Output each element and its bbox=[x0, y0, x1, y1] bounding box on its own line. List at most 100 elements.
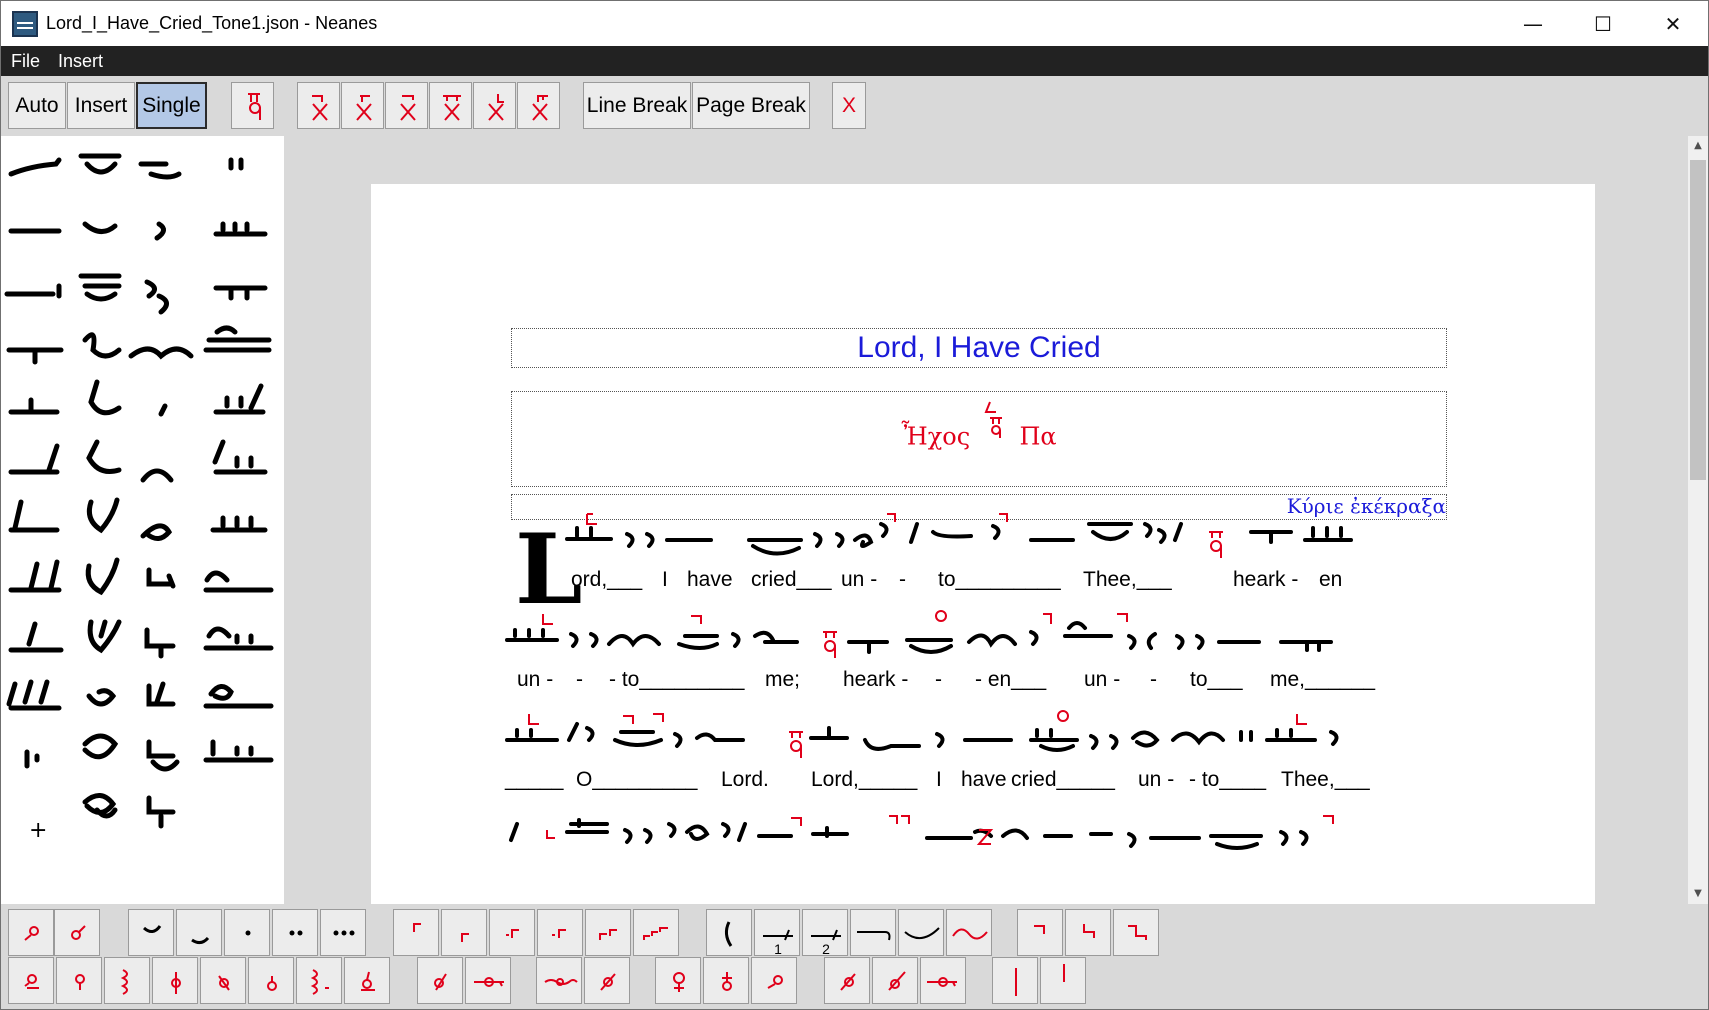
mode-key-button[interactable] bbox=[231, 82, 274, 129]
slur-button[interactable] bbox=[898, 909, 944, 956]
neume-petasti[interactable] bbox=[138, 161, 182, 180]
neume-klasma[interactable] bbox=[82, 221, 118, 234]
neume-hypsili-dbl[interactable] bbox=[8, 559, 62, 593]
neume-hypsili-left[interactable] bbox=[8, 499, 60, 533]
maximize-button[interactable]: ☐ bbox=[1568, 1, 1638, 46]
lyric-3-1[interactable]: _____ bbox=[505, 768, 563, 792]
chroa-button-3[interactable] bbox=[1113, 909, 1159, 956]
klasma-button[interactable] bbox=[128, 909, 174, 956]
neume-petasti-klasma[interactable] bbox=[146, 739, 180, 772]
neume-oligon-double[interactable] bbox=[203, 739, 274, 763]
auto-mode-button[interactable]: Auto bbox=[8, 82, 66, 129]
neume-line-4[interactable] bbox=[509, 818, 1309, 850]
neume-hypsili-elafron[interactable] bbox=[8, 621, 64, 653]
neume-hyporroe[interactable] bbox=[213, 285, 268, 301]
klasma-below-button[interactable] bbox=[176, 909, 222, 956]
scroll-thumb[interactable] bbox=[1690, 160, 1706, 480]
neume-double-hypsili[interactable] bbox=[6, 679, 62, 711]
lyric-2-8[interactable]: un - bbox=[1084, 668, 1120, 692]
lyric-2-11[interactable]: me,______ bbox=[1270, 668, 1375, 692]
neume-hypsili-triple[interactable] bbox=[212, 439, 268, 475]
lyric-3-4[interactable]: Lord,_____ bbox=[811, 768, 917, 792]
lyric-1-9[interactable]: heark - bbox=[1233, 568, 1298, 592]
argon-line-button[interactable] bbox=[152, 957, 198, 1004]
neume-double-klasma-3[interactable] bbox=[82, 793, 118, 819]
neume-oligon-kentima[interactable] bbox=[78, 153, 122, 175]
measure-bar-2-button[interactable]: 2 bbox=[802, 909, 848, 957]
dipli-button[interactable] bbox=[272, 909, 318, 956]
heteron-button[interactable] bbox=[584, 957, 630, 1004]
fthora-button-3[interactable] bbox=[385, 82, 428, 129]
gorgon-secondary-button[interactable] bbox=[200, 957, 246, 1004]
neume-oligon-apostrofos[interactable] bbox=[4, 283, 62, 299]
line-break-button[interactable]: Line Break bbox=[583, 82, 691, 129]
page-break-button[interactable]: Page Break bbox=[692, 82, 810, 129]
lyric-3-5[interactable]: I bbox=[936, 768, 942, 792]
vertical-scrollbar[interactable]: ▲ ▼ bbox=[1688, 136, 1708, 904]
wavy-slur-button[interactable] bbox=[946, 909, 992, 956]
neume-apostrofos[interactable] bbox=[154, 221, 166, 241]
neume-petasti-dbl[interactable] bbox=[146, 795, 176, 829]
lyric-3-6[interactable]: have bbox=[961, 768, 1007, 792]
lyric-1-7[interactable]: to_________ bbox=[938, 568, 1061, 592]
neume-hypsili-oligon[interactable] bbox=[8, 443, 60, 475]
lyric-1-6[interactable]: - bbox=[899, 568, 906, 592]
antikenoma-button[interactable] bbox=[417, 957, 463, 1004]
lyric-2-1[interactable]: un - bbox=[517, 668, 553, 692]
tripli-button[interactable] bbox=[320, 909, 366, 956]
scroll-up-icon[interactable]: ▲ bbox=[1688, 136, 1708, 156]
neume-hypsili-klasma[interactable] bbox=[86, 439, 122, 474]
neume-triple-oligon[interactable] bbox=[203, 325, 272, 353]
vareia-dot-button[interactable] bbox=[872, 957, 918, 1004]
neume-kentima-hypsili-2[interactable] bbox=[85, 557, 120, 596]
measure-line-button[interactable] bbox=[992, 957, 1038, 1004]
delete-button[interactable]: X bbox=[832, 82, 866, 129]
neume-kentima-klasma[interactable] bbox=[82, 332, 122, 359]
lyric-1-10[interactable]: en bbox=[1319, 568, 1342, 592]
scroll-down-icon[interactable]: ▼ bbox=[1688, 884, 1708, 904]
neume-double-klasma[interactable] bbox=[128, 346, 194, 360]
neume-kentima-hypsili[interactable] bbox=[86, 497, 120, 534]
fthora-line-2[interactable] bbox=[542, 610, 1128, 658]
neume-oligon-klasma-2[interactable] bbox=[203, 570, 274, 593]
neume-kentimata-oligon[interactable] bbox=[213, 221, 268, 237]
neume-double-apostrofos[interactable] bbox=[144, 279, 169, 315]
fthora-button-4[interactable] bbox=[429, 82, 472, 129]
stavros-button[interactable] bbox=[703, 957, 749, 1004]
triple-gorgon-dot-button[interactable] bbox=[296, 957, 342, 1004]
neume-triple-dot[interactable] bbox=[210, 515, 268, 533]
measure-bar-1-button[interactable]: 1 bbox=[754, 909, 800, 957]
gorgon-dot-button[interactable] bbox=[8, 957, 54, 1004]
neume-apostrofos-kentima[interactable] bbox=[24, 749, 40, 769]
chroa-button-2[interactable] bbox=[1065, 909, 1111, 956]
fthora-diatonic-vou-button[interactable] bbox=[489, 909, 535, 956]
minimize-button[interactable]: — bbox=[1498, 1, 1568, 46]
lyric-2-7[interactable]: - en___ bbox=[975, 668, 1046, 692]
neume-line-3[interactable] bbox=[505, 722, 1339, 752]
argon-button[interactable] bbox=[56, 957, 102, 1004]
neume-petasti-elafron[interactable] bbox=[144, 627, 176, 659]
lyric-2-10[interactable]: to___ bbox=[1190, 668, 1243, 692]
lyric-3-7[interactable]: cried_____ bbox=[1011, 768, 1115, 792]
neume-double-petasti[interactable] bbox=[140, 468, 174, 483]
endofonon-button[interactable] bbox=[655, 957, 701, 1004]
lyric-2-9[interactable]: - bbox=[1150, 668, 1157, 692]
chroa-button-1[interactable] bbox=[1017, 909, 1063, 956]
neume-ison[interactable] bbox=[8, 157, 62, 177]
gorgon-ison-button[interactable] bbox=[344, 957, 390, 1004]
omalon-line-button[interactable] bbox=[920, 957, 966, 1004]
menu-file[interactable]: File bbox=[11, 51, 40, 72]
fthora-diatonic-ni-button[interactable] bbox=[393, 909, 439, 956]
kylisma-button[interactable] bbox=[751, 957, 797, 1004]
palette-add-button[interactable]: + bbox=[29, 818, 47, 843]
fthora-diatonic-ke-button[interactable] bbox=[633, 909, 679, 956]
vareia-button[interactable] bbox=[706, 909, 752, 956]
close-button[interactable]: ✕ bbox=[1638, 1, 1708, 46]
neume-oligon-klasma-3[interactable] bbox=[203, 626, 274, 651]
fthora-button-2[interactable] bbox=[341, 82, 384, 129]
measure-line-short-button[interactable] bbox=[1040, 957, 1086, 1004]
neume-triple-hypsili[interactable] bbox=[213, 383, 266, 415]
lyric-1-1[interactable]: ord,___ bbox=[571, 568, 642, 592]
lyric-2-2[interactable]: - bbox=[576, 668, 583, 692]
lyric-3-2[interactable]: O_________ bbox=[576, 768, 697, 792]
